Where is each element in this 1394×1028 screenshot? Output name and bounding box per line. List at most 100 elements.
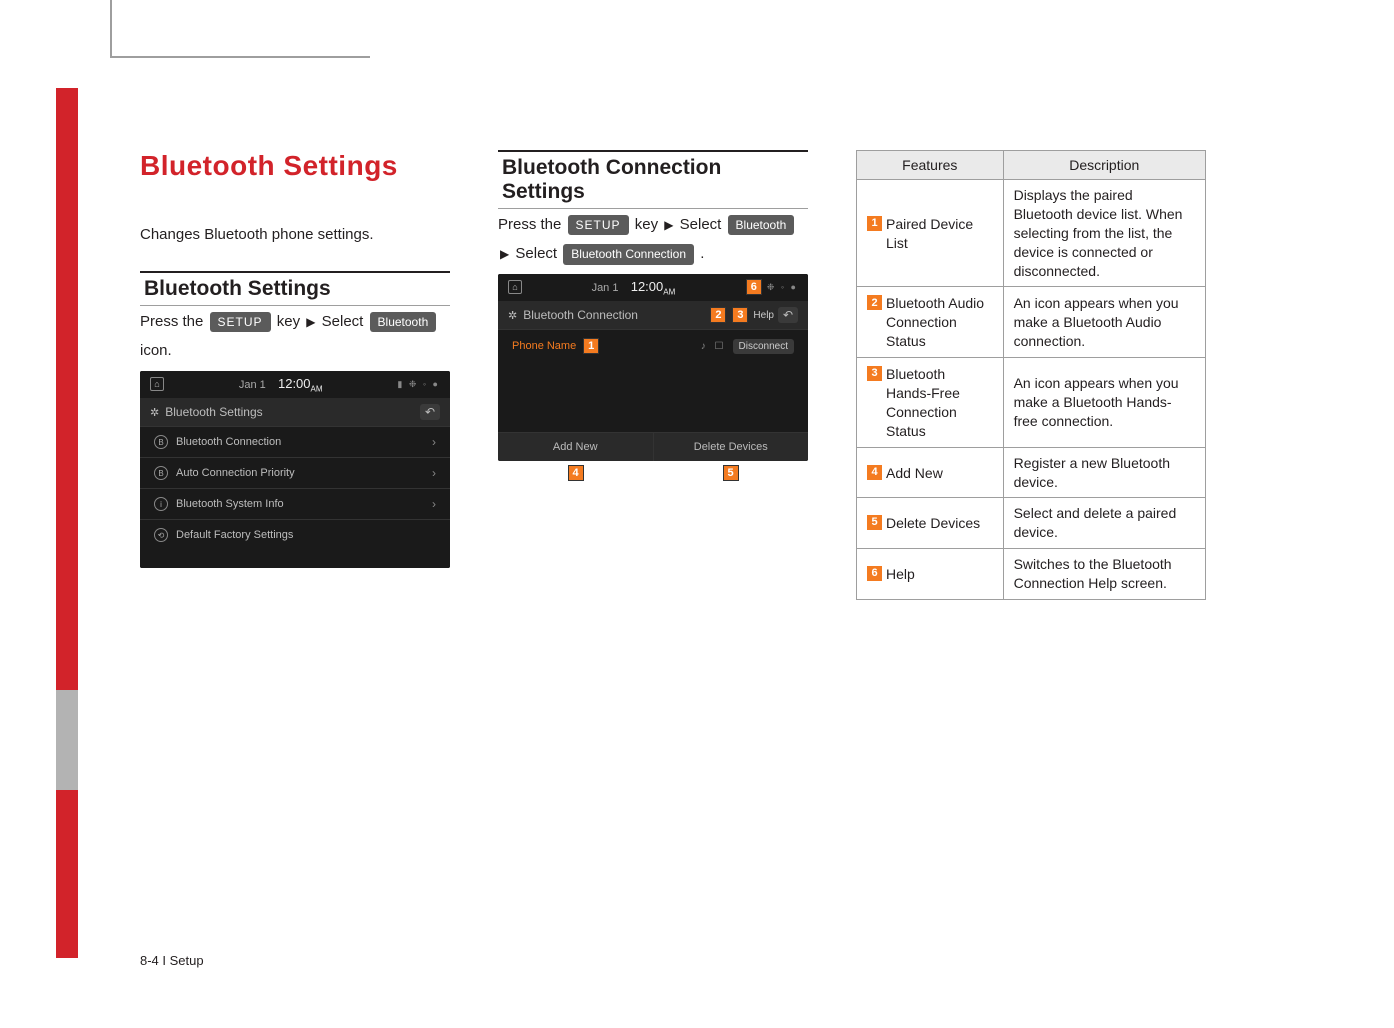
row-badge: 5 <box>867 515 882 530</box>
row-label: Default Factory Settings <box>176 529 293 541</box>
column-2: Bluetooth Connection Settings Press the … <box>498 150 808 600</box>
gear-icon: ✲ <box>150 406 159 419</box>
screenshot-spacer <box>498 362 808 432</box>
connection-screenshot: ⌂ Jan 1 12:00AM 6 ❉ ◦ ● ✲ Bluetooth Conn… <box>498 274 808 462</box>
feature-label: Bluetooth Audio Connection Status <box>886 293 993 351</box>
row-auto-connection: BAuto Connection Priority › <box>140 457 450 488</box>
select-text: Select <box>322 313 364 330</box>
table-header-description: Description <box>1003 151 1205 180</box>
gear-icon: ✲ <box>508 309 517 322</box>
page-footer: 8-4 I Setup <box>140 953 204 968</box>
screenshot-statusbar: ⌂ Jan 1 12:00AM ▮ ❉ ◦ ● <box>140 371 450 399</box>
table-row: 1 Paired Device List Displays the paired … <box>857 180 1206 287</box>
table-row: 3Bluetooth Hands-Free Connection Status … <box>857 358 1206 448</box>
back-icon: ↶ <box>420 404 440 420</box>
triangle-icon: ▶ <box>664 216 673 235</box>
callout-1: 1 <box>583 338 599 354</box>
section2-heading-bar: Bluetooth Connection Settings <box>498 150 808 209</box>
feature-description: An icon appears when you make a Bluetoot… <box>1003 358 1205 448</box>
row-label: Bluetooth System Info <box>176 498 284 510</box>
row-badge: 1 <box>867 216 882 231</box>
screenshot-header: ✲ Bluetooth Connection 2 3 Help ↶ <box>498 301 808 329</box>
date-text: Jan 1 <box>239 379 266 391</box>
feature-label: Add New <box>886 463 943 483</box>
triangle-icon: ▶ <box>306 313 315 332</box>
section1-instruction: Press the SETUP key ▶ Select Bluetooth <box>140 310 450 333</box>
press-the-text: Press the <box>140 313 203 330</box>
table-row: 2 Bluetooth Audio Connection Status An ic… <box>857 287 1206 358</box>
time-text: 12:00AM <box>278 376 323 391</box>
screenshot-statusbar: ⌂ Jan 1 12:00AM 6 ❉ ◦ ● <box>498 274 808 302</box>
bluetooth-pill: Bluetooth <box>728 215 795 236</box>
feature-description: An icon appears when you make a Bluetoot… <box>1003 287 1205 358</box>
select-text-2: Select <box>515 245 557 262</box>
screenshot-bottom-bar: Add New Delete Devices <box>498 432 808 461</box>
grey-side-tab <box>56 690 78 790</box>
setup-key-pill: SETUP <box>568 215 629 236</box>
callout-2: 2 <box>710 307 726 323</box>
press-the-text: Press the <box>498 216 561 233</box>
red-side-tab <box>56 88 78 958</box>
help-label: Help <box>753 310 774 321</box>
icon-text: icon. <box>140 339 450 362</box>
section1-heading: Bluetooth Settings <box>144 277 446 301</box>
triangle-icon: ▶ <box>500 245 509 264</box>
screenshot-header: ✲ Bluetooth Settings ↶ <box>140 398 450 426</box>
section2-heading: Bluetooth Connection Settings <box>502 156 804 204</box>
key-text: key <box>635 216 658 233</box>
feature-description: Select and delete a paired device. <box>1003 498 1205 549</box>
bluetooth-connection-pill: Bluetooth Connection <box>563 244 694 265</box>
row-badge: 3 <box>867 366 882 381</box>
table-header-features: Features <box>857 151 1004 180</box>
bluetooth-pill: Bluetooth <box>370 312 437 333</box>
column-1: Bluetooth Settings Changes Bluetooth pho… <box>140 150 450 600</box>
bt-icon: B <box>154 435 168 449</box>
chevron-icon: › <box>432 497 436 511</box>
back-icon: ↶ <box>778 307 798 323</box>
section1-heading-bar: Bluetooth Settings <box>140 271 450 306</box>
chevron-icon: › <box>432 435 436 449</box>
features-table: Features Description 1 Paired Device List… <box>856 150 1206 600</box>
table-row: 6Help Switches to the Bluetooth Connecti… <box>857 549 1206 600</box>
delete-devices-button: Delete Devices <box>653 432 809 461</box>
feature-description: Register a new Bluetooth device. <box>1003 447 1205 498</box>
section2-instruction-line1: Press the SETUP key ▶ Select Bluetooth <box>498 213 808 236</box>
row-badge: 2 <box>867 295 882 310</box>
row-default-factory: ⟲ Default Factory Settings <box>140 519 450 550</box>
row-label: Bluetooth Connection <box>176 436 281 448</box>
callout-3: 3 <box>732 307 748 323</box>
page-content: Bluetooth Settings Changes Bluetooth pho… <box>0 0 1394 1028</box>
feature-label: Paired Device List <box>886 214 993 253</box>
phone-row: Phone Name 1 ♪ ☐ Disconnect <box>498 329 808 362</box>
feature-label: Delete Devices <box>886 513 980 533</box>
intro-text: Changes Bluetooth phone settings. <box>140 226 450 243</box>
row-badge: 6 <box>867 566 882 581</box>
home-icon: ⌂ <box>150 377 164 391</box>
feature-description: Switches to the Bluetooth Connection Hel… <box>1003 549 1205 600</box>
callout-4: 4 <box>568 465 584 481</box>
key-text: key <box>277 313 300 330</box>
table-row: 5 Delete Devices Select and delete a pair… <box>857 498 1206 549</box>
phone-name-label: Phone Name <box>512 340 576 352</box>
row-bluetooth-connection: B Bluetooth Connection › <box>140 426 450 457</box>
column-3: Features Description 1 Paired Device List… <box>856 150 1206 600</box>
table-row: 4 Add New Register a new Bluetooth device… <box>857 447 1206 498</box>
screenshot-padding <box>140 550 450 568</box>
reset-icon: ⟲ <box>154 528 168 542</box>
page-title: Bluetooth Settings <box>140 150 450 182</box>
status-icons: ▮ ❉ ◦ ● <box>397 379 440 390</box>
row-label: Auto Connection Priority <box>176 467 295 479</box>
time-text: 12:00AM <box>631 279 676 294</box>
screenshot-title: Bluetooth Settings <box>165 405 262 419</box>
connection-icons: ♪ ☐ <box>701 341 727 352</box>
info-icon: i <box>154 497 168 511</box>
priority-icon: B <box>154 466 168 480</box>
feature-description: Displays the paired Bluetooth device lis… <box>1003 180 1205 287</box>
screenshot-date: Jan 1 12:00AM <box>530 279 737 297</box>
screenshot-title: Bluetooth Connection <box>523 308 638 322</box>
date-text: Jan 1 <box>592 282 619 294</box>
row-badge: 4 <box>867 465 882 480</box>
home-icon: ⌂ <box>508 280 522 294</box>
section2-instruction-line2: ▶ Select Bluetooth Connection . <box>498 242 808 265</box>
settings-screenshot: ⌂ Jan 1 12:00AM ▮ ❉ ◦ ● ✲ Bluetooth Sett… <box>140 371 450 569</box>
